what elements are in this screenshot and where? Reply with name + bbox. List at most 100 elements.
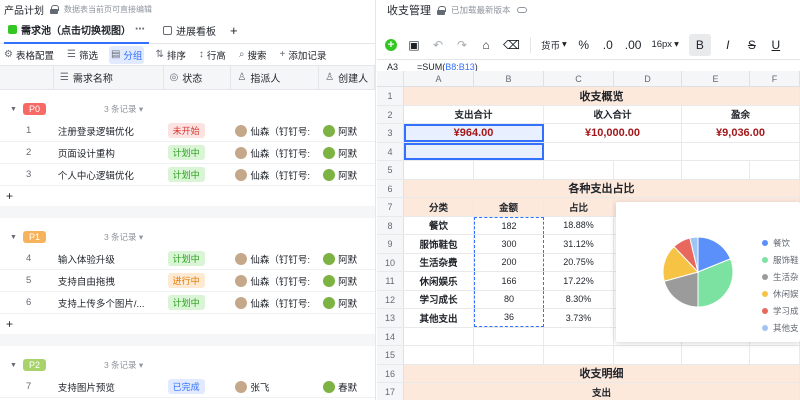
row-header[interactable]: 1	[377, 87, 404, 105]
row-header[interactable]: 14	[377, 327, 404, 345]
category-cell[interactable]: 服饰鞋包	[404, 235, 474, 253]
expense-total-header[interactable]: 支出合计	[404, 105, 544, 123]
tab-kanban[interactable]: 进展看板	[159, 18, 220, 44]
status-cell[interactable]: 已完成	[164, 379, 232, 394]
legend-item[interactable]: 生活杂	[762, 268, 799, 285]
column-header-c[interactable]: C	[544, 71, 614, 86]
expense-total-cell[interactable]: ¥964.00	[404, 124, 544, 142]
caret-down-icon[interactable]: ▼	[10, 234, 17, 241]
strikethrough-button[interactable]: S	[745, 38, 759, 52]
sort-button[interactable]: ⇅ 排序	[153, 46, 187, 64]
creator-cell[interactable]: 春默	[319, 380, 375, 394]
category-cell[interactable]: 休闲娱乐	[404, 272, 474, 290]
row-header[interactable]: 15	[377, 346, 404, 364]
row-header[interactable]: 12	[377, 290, 404, 308]
surplus-header[interactable]: 盈余	[682, 105, 800, 123]
table-row[interactable]: 3 个人中心逻辑优化 计划中 仙森（钉钉号: 阿默	[0, 164, 375, 186]
assignee-cell[interactable]: 仙森（钉钉号:	[231, 124, 319, 138]
overview-title-cell[interactable]: 收支概览	[404, 87, 800, 105]
amount-cell[interactable]: 300	[474, 235, 544, 253]
expense-total-cell-merged[interactable]	[404, 142, 544, 160]
filter-button[interactable]: ☰ 筛选	[65, 46, 100, 64]
italic-button[interactable]: I	[721, 38, 735, 52]
cell[interactable]	[474, 327, 544, 345]
group-button[interactable]: ▤ 分组	[108, 45, 145, 64]
row-header[interactable]: 7	[377, 198, 404, 216]
redo-icon[interactable]: ↷	[455, 38, 469, 52]
assignee-cell[interactable]: 仙森（钉钉号:	[231, 274, 319, 288]
group-header[interactable]: ▼ P2 3 条记录 ▾	[0, 354, 375, 376]
add-row-button[interactable]: +	[0, 314, 375, 334]
amount-cell[interactable]: 166	[474, 272, 544, 290]
row-header[interactable]: 13	[377, 309, 404, 327]
format-painter-icon[interactable]: ⌂	[479, 38, 493, 52]
row-header[interactable]: 3	[377, 124, 404, 142]
column-header-d[interactable]: D	[614, 71, 682, 86]
amount-cell[interactable]: 36	[474, 309, 544, 327]
row-header[interactable]: 10	[377, 253, 404, 271]
header-assignee[interactable]: ♙ 指派人	[231, 65, 320, 90]
section-title-cell[interactable]: 各种支出占比	[404, 179, 800, 197]
share-cell[interactable]: 18.88%	[544, 216, 614, 234]
category-header[interactable]: 分类	[404, 198, 474, 216]
eraser-icon[interactable]: ⌫	[503, 38, 520, 52]
add-view-button[interactable]: +	[230, 23, 238, 38]
status-cell[interactable]: 进行中	[164, 273, 232, 288]
add-row-button[interactable]: +	[0, 186, 375, 206]
legend-item[interactable]: 休闲娱	[762, 285, 799, 302]
column-header-e[interactable]: E	[682, 71, 750, 86]
requirement-name[interactable]: 注册登录逻辑优化	[54, 124, 164, 138]
cell[interactable]	[750, 346, 800, 364]
table-row[interactable]: 6 支持上传多个图片/... 计划中 仙森（钉钉号: 阿默	[0, 292, 375, 314]
amount-cell[interactable]: 182	[474, 216, 544, 234]
share-cell[interactable]: 20.75%	[544, 253, 614, 271]
assignee-cell[interactable]: 仙森（钉钉号:	[231, 296, 319, 310]
requirement-name[interactable]: 支持上传多个图片/...	[54, 296, 164, 310]
number-format-select[interactable]: 货币 ▾	[541, 38, 567, 52]
percent-button[interactable]: %	[577, 38, 591, 52]
detail-title-cell[interactable]: 收支明细	[404, 364, 800, 382]
cell[interactable]	[404, 327, 474, 345]
pie-chart-card[interactable]: 餐饮 服饰鞋 生活杂 休闲娱 学习成 其他支	[616, 202, 800, 342]
amount-header[interactable]: 金额	[474, 198, 544, 216]
assignee-cell[interactable]: 仙森（钉钉号:	[231, 168, 319, 182]
table-row[interactable]: 2 页面设计重构 计划中 仙森（钉钉号: 阿默	[0, 142, 375, 164]
legend-item[interactable]: 服饰鞋	[762, 251, 799, 268]
cell[interactable]	[614, 161, 682, 179]
status-cell[interactable]: 计划中	[164, 295, 232, 310]
assignee-cell[interactable]: 张飞	[231, 380, 319, 394]
share-cell[interactable]: 31.12%	[544, 235, 614, 253]
header-creator[interactable]: ♙ 创建人	[319, 65, 375, 90]
group-header[interactable]: ▼ P0 3 条记录 ▾	[0, 98, 375, 120]
row-header[interactable]: 9	[377, 235, 404, 253]
bold-button[interactable]: B	[688, 33, 711, 56]
category-cell[interactable]: 生活杂费	[404, 253, 474, 271]
status-cell[interactable]: 计划中	[164, 145, 232, 160]
row-header[interactable]: 2	[377, 105, 404, 123]
status-cell[interactable]: 未开始	[164, 123, 232, 138]
cell[interactable]	[544, 327, 614, 345]
amount-cell[interactable]: 80	[474, 290, 544, 308]
surplus-cell[interactable]: ¥9,036.00	[682, 124, 800, 142]
tab-backlog[interactable]: 需求池（点击切换视图） ⋯	[4, 18, 149, 44]
status-cell[interactable]: 计划中	[164, 167, 232, 182]
row-header[interactable]: 6	[377, 179, 404, 197]
creator-cell[interactable]: 阿默	[319, 146, 375, 160]
row-height-button[interactable]: ↕ 行高	[197, 46, 228, 64]
select-all-corner[interactable]	[377, 71, 404, 86]
share-cell[interactable]: 17.22%	[544, 272, 614, 290]
legend-item[interactable]: 学习成	[762, 302, 799, 319]
header-status[interactable]: ◎ 状态	[164, 65, 232, 90]
table-row[interactable]: 7 支持图片预览 已完成 张飞 春默	[0, 376, 375, 398]
cell[interactable]	[682, 346, 750, 364]
font-size-select[interactable]: 16px ▾	[651, 39, 678, 50]
table-row[interactable]: 5 支持自由拖拽 进行中 仙森（钉钉号: 阿默	[0, 270, 375, 292]
search-button[interactable]: ⌕ 搜索	[237, 46, 269, 64]
group-header[interactable]: ▼ P1 3 条记录 ▾	[0, 226, 375, 248]
row-header[interactable]: 4	[377, 142, 404, 160]
income-total-header[interactable]: 收入合计	[544, 105, 682, 123]
cell[interactable]	[404, 161, 474, 179]
table-config-button[interactable]: ⚙ 表格配置	[2, 46, 56, 64]
share-cell[interactable]: 3.73%	[544, 309, 614, 327]
cell[interactable]	[682, 142, 800, 160]
